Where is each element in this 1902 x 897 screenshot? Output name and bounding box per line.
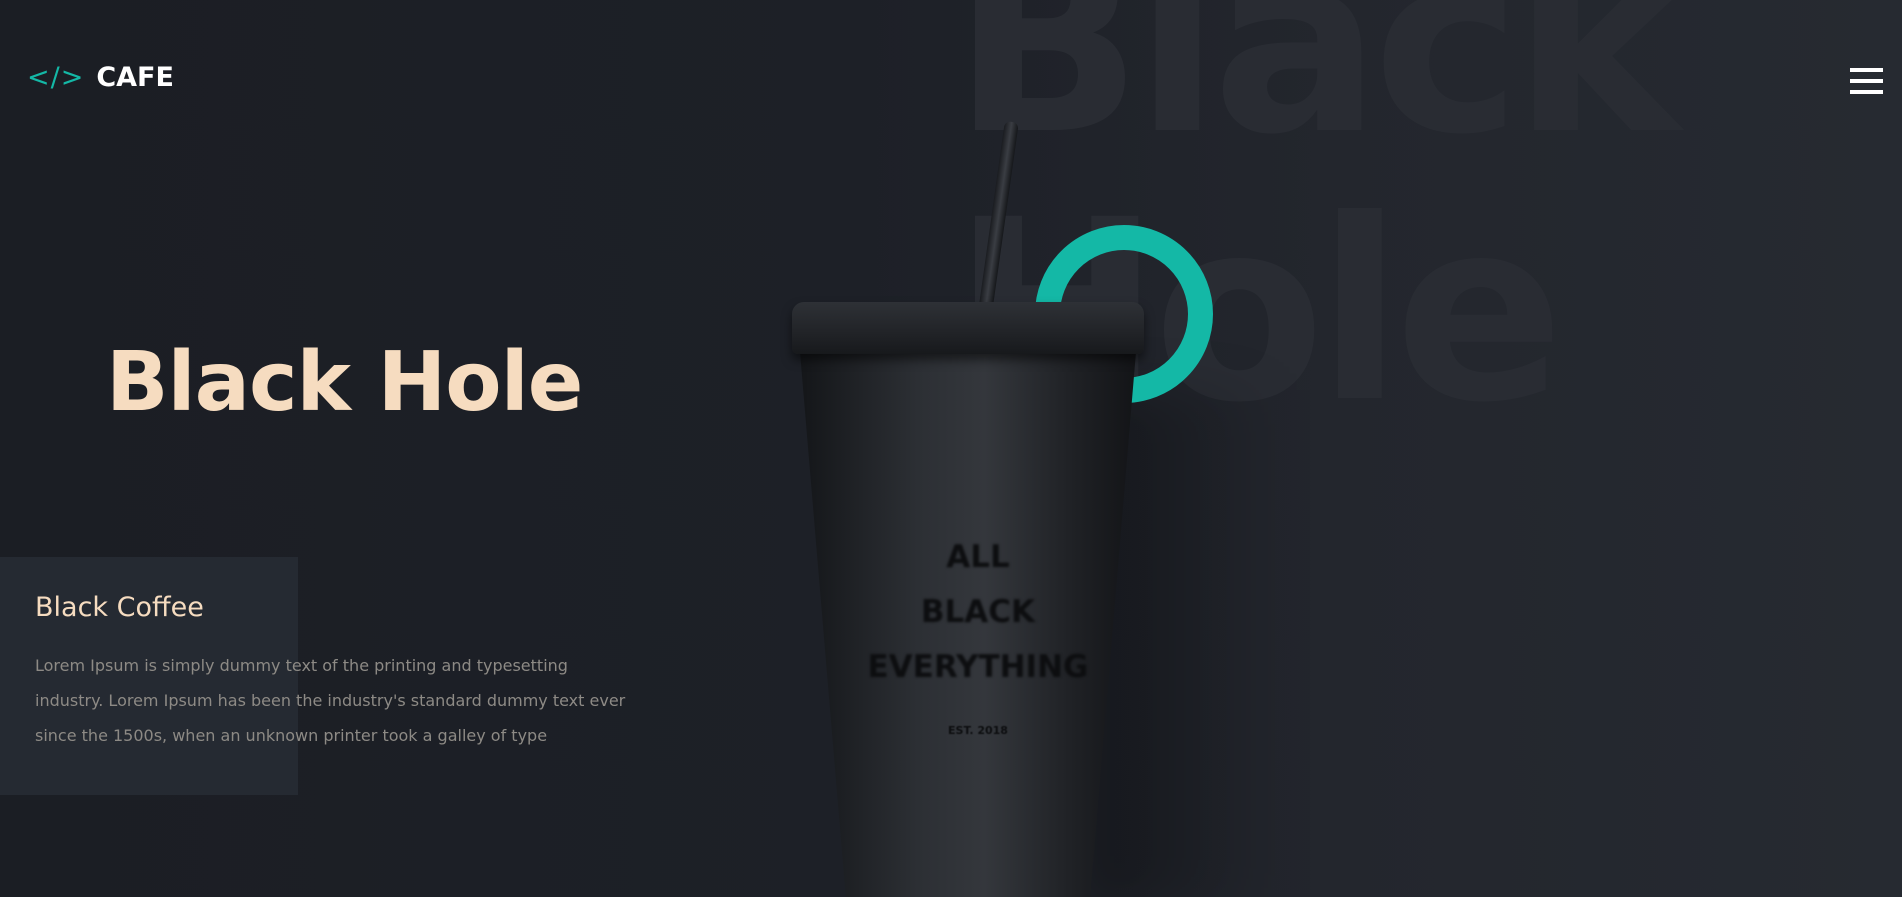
code-brackets-icon: </>	[27, 62, 85, 93]
hero-section: Black Hole </> CAFE ALL BLACK EVERYTHING…	[0, 0, 1902, 897]
cup-est-text: EST. 2018	[948, 724, 1008, 737]
hamburger-menu-icon[interactable]	[1850, 68, 1883, 94]
info-description: Lorem Ipsum is simply dummy text of the …	[35, 656, 626, 745]
logo-text: CAFE	[96, 62, 174, 93]
menu-bar-top	[1850, 68, 1883, 72]
info-title: Black Coffee	[35, 592, 204, 623]
watermark-line-1: Black	[952, 0, 1679, 189]
cup-lid	[792, 302, 1144, 354]
cup-print-text: ALL BLACK EVERYTHING	[867, 539, 1089, 685]
menu-bar-bottom	[1850, 90, 1883, 94]
menu-bar-middle	[1850, 79, 1883, 83]
logo-link[interactable]: </> CAFE	[27, 64, 174, 91]
hero-title: Black Hole	[106, 335, 583, 430]
